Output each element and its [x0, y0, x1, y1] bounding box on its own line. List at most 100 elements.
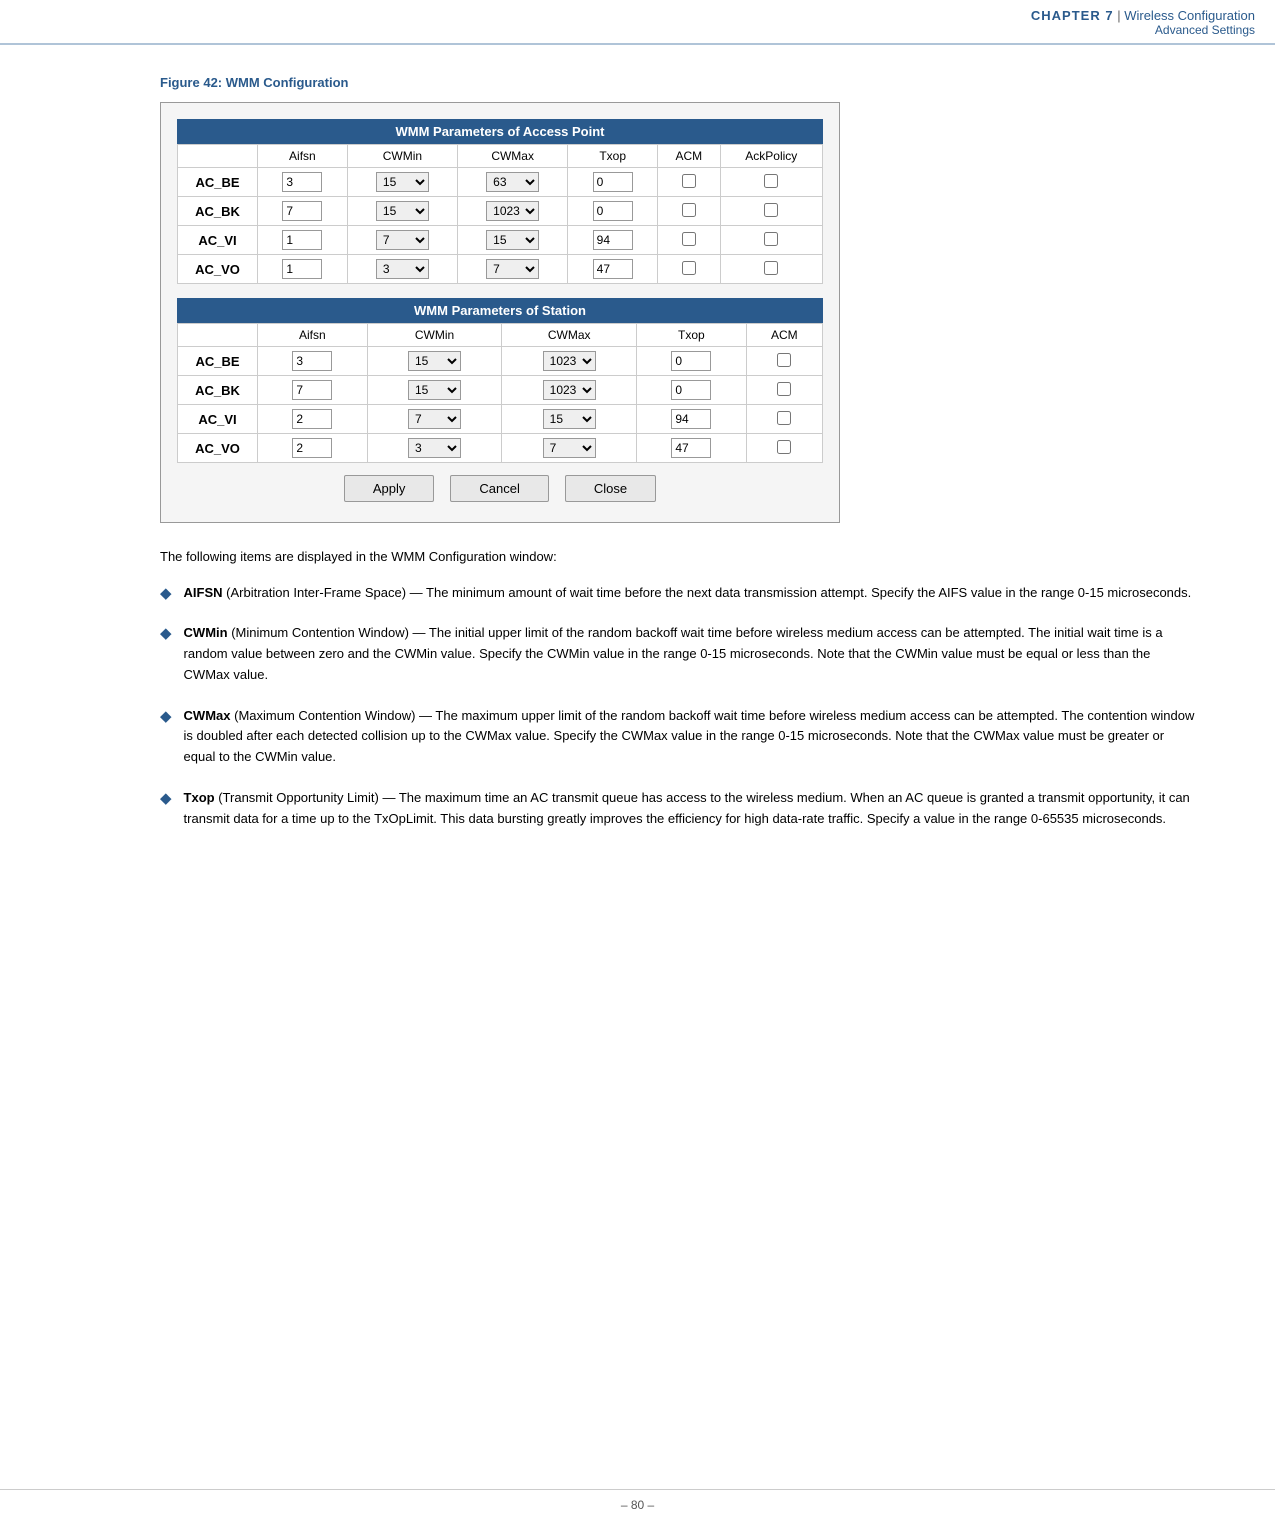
sta-acm-AC_BE[interactable] — [746, 347, 822, 376]
sta-acm-AC_VO[interactable] — [746, 434, 822, 463]
sta-txop-input-AC_VI[interactable] — [671, 409, 711, 429]
sta-aifsn-input-AC_BE[interactable] — [292, 351, 332, 371]
ap-acm-checkbox-AC_BK[interactable] — [682, 203, 696, 217]
ap-cwmin-select-AC_BK[interactable]: 371531631272555111023 — [376, 201, 429, 221]
ap-cwmin-AC_BE[interactable]: 371531631272555111023 — [347, 168, 457, 197]
ap-ackpolicy-checkbox-AC_VO[interactable] — [764, 261, 778, 275]
sta-cwmax-select-AC_VI[interactable]: 71531631272555111023 — [543, 409, 596, 429]
sta-cwmax-AC_VO[interactable]: 71531631272555111023 — [502, 434, 637, 463]
ap-cwmax-AC_VI[interactable]: 71531631272555111023 — [458, 226, 568, 255]
sta-row-label-AC_BE: AC_BE — [178, 347, 258, 376]
page-footer: – 80 – — [0, 1489, 1275, 1512]
sta-acm-AC_VI[interactable] — [746, 405, 822, 434]
sta-cwmax-AC_BE[interactable]: 71531631272555111023 — [502, 347, 637, 376]
ap-cwmin-AC_VI[interactable]: 371531631272555111023 — [347, 226, 457, 255]
ap-txop-AC_VI[interactable] — [568, 226, 658, 255]
sta-txop-input-AC_VO[interactable] — [671, 438, 711, 458]
ap-cwmin-AC_VO[interactable]: 371531631272555111023 — [347, 255, 457, 284]
sta-txop-AC_VO[interactable] — [637, 434, 747, 463]
ap-aifsn-input-AC_VO[interactable] — [282, 259, 322, 279]
ap-aifsn-AC_VO[interactable] — [258, 255, 348, 284]
sta-cwmax-select-AC_BK[interactable]: 71531631272555111023 — [543, 380, 596, 400]
ap-acm-AC_VI[interactable] — [658, 226, 720, 255]
header-separator: | — [1117, 8, 1120, 23]
ap-cwmax-AC_VO[interactable]: 71531631272555111023 — [458, 255, 568, 284]
ap-aifsn-AC_BK[interactable] — [258, 197, 348, 226]
sta-txop-AC_BK[interactable] — [637, 376, 747, 405]
sta-txop-input-AC_BK[interactable] — [671, 380, 711, 400]
sta-aifsn-AC_BK[interactable] — [258, 376, 368, 405]
sta-txop-AC_VI[interactable] — [637, 405, 747, 434]
ap-ackpolicy-checkbox-AC_BK[interactable] — [764, 203, 778, 217]
ap-cwmin-select-AC_VO[interactable]: 371531631272555111023 — [376, 259, 429, 279]
ap-cwmax-select-AC_BE[interactable]: 71531631272555111023 — [486, 172, 539, 192]
sta-cwmin-AC_BK[interactable]: 371531631272555111023 — [367, 376, 502, 405]
sta-cwmax-AC_BK[interactable]: 71531631272555111023 — [502, 376, 637, 405]
sta-col-acm: ACM — [746, 324, 822, 347]
sta-col-aifsn: Aifsn — [258, 324, 368, 347]
ap-cwmin-select-AC_VI[interactable]: 371531631272555111023 — [376, 230, 429, 250]
ap-ackpolicy-AC_BK[interactable] — [720, 197, 822, 226]
sta-aifsn-input-AC_BK[interactable] — [292, 380, 332, 400]
ap-aifsn-AC_VI[interactable] — [258, 226, 348, 255]
sta-cwmin-select-AC_BE[interactable]: 371531631272555111023 — [408, 351, 461, 371]
ap-ackpolicy-AC_VI[interactable] — [720, 226, 822, 255]
ap-ackpolicy-AC_BE[interactable] — [720, 168, 822, 197]
sta-acm-checkbox-AC_BK[interactable] — [777, 382, 791, 396]
ap-txop-input-AC_BK[interactable] — [593, 201, 633, 221]
apply-button[interactable]: Apply — [344, 475, 435, 502]
ap-cwmin-AC_BK[interactable]: 371531631272555111023 — [347, 197, 457, 226]
close-button[interactable]: Close — [565, 475, 656, 502]
ap-acm-checkbox-AC_BE[interactable] — [682, 174, 696, 188]
main-content: Figure 42: WMM Configuration WMM Paramet… — [0, 45, 1275, 890]
sta-cwmax-select-AC_BE[interactable]: 71531631272555111023 — [543, 351, 596, 371]
sta-acm-checkbox-AC_BE[interactable] — [777, 353, 791, 367]
ap-row-label-AC_VI: AC_VI — [178, 226, 258, 255]
ap-cwmax-AC_BE[interactable]: 71531631272555111023 — [458, 168, 568, 197]
sta-acm-AC_BK[interactable] — [746, 376, 822, 405]
sta-aifsn-input-AC_VI[interactable] — [292, 409, 332, 429]
sta-cwmax-AC_VI[interactable]: 71531631272555111023 — [502, 405, 637, 434]
sta-acm-checkbox-AC_VO[interactable] — [777, 440, 791, 454]
sta-aifsn-AC_VI[interactable] — [258, 405, 368, 434]
ap-col-cwmin: CWMin — [347, 145, 457, 168]
sta-aifsn-input-AC_VO[interactable] — [292, 438, 332, 458]
ap-aifsn-input-AC_BK[interactable] — [282, 201, 322, 221]
ap-acm-checkbox-AC_VO[interactable] — [682, 261, 696, 275]
sta-cwmin-select-AC_VI[interactable]: 371531631272555111023 — [408, 409, 461, 429]
ap-txop-input-AC_BE[interactable] — [593, 172, 633, 192]
sta-cwmin-AC_VI[interactable]: 371531631272555111023 — [367, 405, 502, 434]
ap-aifsn-input-AC_BE[interactable] — [282, 172, 322, 192]
ap-txop-input-AC_VO[interactable] — [593, 259, 633, 279]
ap-ackpolicy-AC_VO[interactable] — [720, 255, 822, 284]
ap-ackpolicy-checkbox-AC_VI[interactable] — [764, 232, 778, 246]
ap-txop-AC_VO[interactable] — [568, 255, 658, 284]
ap-acm-AC_BE[interactable] — [658, 168, 720, 197]
ap-acm-checkbox-AC_VI[interactable] — [682, 232, 696, 246]
ap-aifsn-AC_BE[interactable] — [258, 168, 348, 197]
cancel-button[interactable]: Cancel — [450, 475, 548, 502]
ap-txop-input-AC_VI[interactable] — [593, 230, 633, 250]
sta-acm-checkbox-AC_VI[interactable] — [777, 411, 791, 425]
ap-txop-AC_BE[interactable] — [568, 168, 658, 197]
sta-txop-input-AC_BE[interactable] — [671, 351, 711, 371]
sta-cwmin-select-AC_BK[interactable]: 371531631272555111023 — [408, 380, 461, 400]
ap-txop-AC_BK[interactable] — [568, 197, 658, 226]
sta-cwmin-AC_BE[interactable]: 371531631272555111023 — [367, 347, 502, 376]
ap-ackpolicy-checkbox-AC_BE[interactable] — [764, 174, 778, 188]
ap-cwmax-select-AC_VO[interactable]: 71531631272555111023 — [486, 259, 539, 279]
ap-cwmax-select-AC_VI[interactable]: 71531631272555111023 — [486, 230, 539, 250]
sta-txop-AC_BE[interactable] — [637, 347, 747, 376]
sta-aifsn-AC_VO[interactable] — [258, 434, 368, 463]
ap-acm-AC_VO[interactable] — [658, 255, 720, 284]
ap-acm-AC_BK[interactable] — [658, 197, 720, 226]
sta-cwmax-select-AC_VO[interactable]: 71531631272555111023 — [543, 438, 596, 458]
ap-cwmax-AC_BK[interactable]: 71531631272555111023 — [458, 197, 568, 226]
ap-cwmax-select-AC_BK[interactable]: 71531631272555111023 — [486, 201, 539, 221]
sta-col-empty — [178, 324, 258, 347]
sta-aifsn-AC_BE[interactable] — [258, 347, 368, 376]
ap-cwmin-select-AC_BE[interactable]: 371531631272555111023 — [376, 172, 429, 192]
ap-aifsn-input-AC_VI[interactable] — [282, 230, 322, 250]
sta-cwmin-AC_VO[interactable]: 371531631272555111023 — [367, 434, 502, 463]
sta-cwmin-select-AC_VO[interactable]: 371531631272555111023 — [408, 438, 461, 458]
